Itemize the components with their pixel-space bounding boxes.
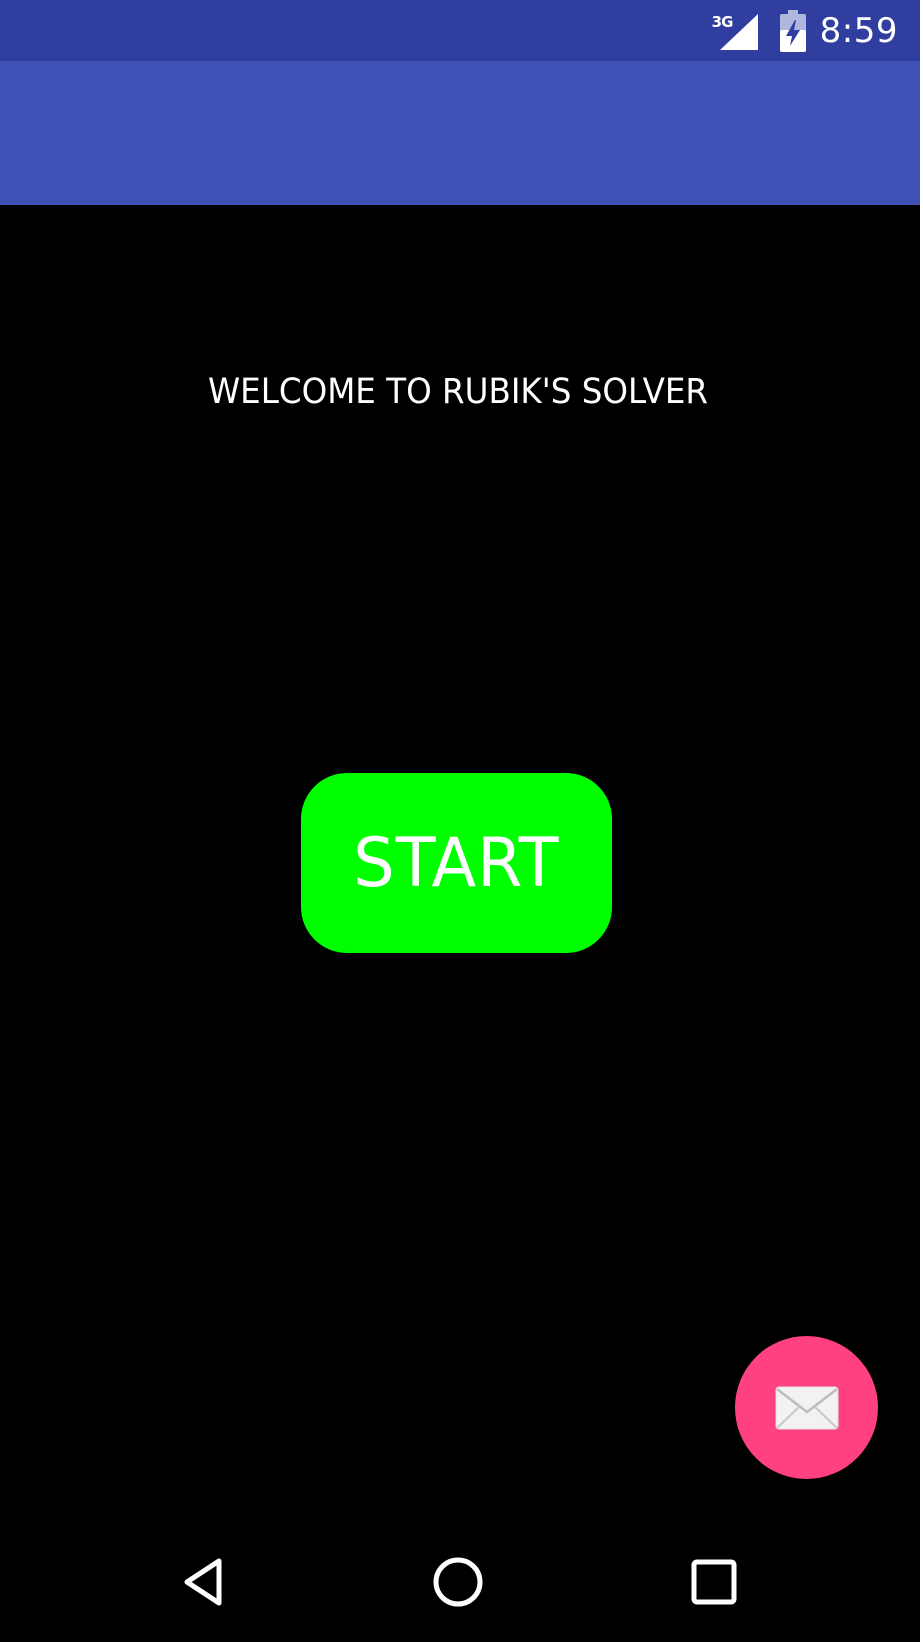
app-bar [0,61,920,205]
back-icon [184,1558,222,1606]
clock: 8:59 [819,11,898,51]
mail-icon [775,1386,838,1429]
start-button[interactable]: START [301,773,612,953]
recents-button[interactable] [674,1542,754,1622]
start-button-label: START [353,823,560,903]
status-bar: 3G 8:59 [0,0,920,61]
signal-icon [719,14,758,50]
mail-fab[interactable] [735,1336,878,1479]
battery-charging-icon [779,10,806,52]
navigation-bar [0,1512,920,1642]
recents-icon [691,1559,737,1605]
back-button[interactable] [163,1542,243,1622]
status-icons: 3G 8:59 [712,8,898,54]
home-button[interactable] [418,1542,498,1622]
welcome-title: WELCOME TO RUBIK'S SOLVER [207,372,709,412]
home-icon [433,1557,483,1607]
signal-indicator: 3G [712,10,760,52]
screen: 3G 8:59 WELCOME TO RUBIK'S SOLVER START [0,0,920,1642]
